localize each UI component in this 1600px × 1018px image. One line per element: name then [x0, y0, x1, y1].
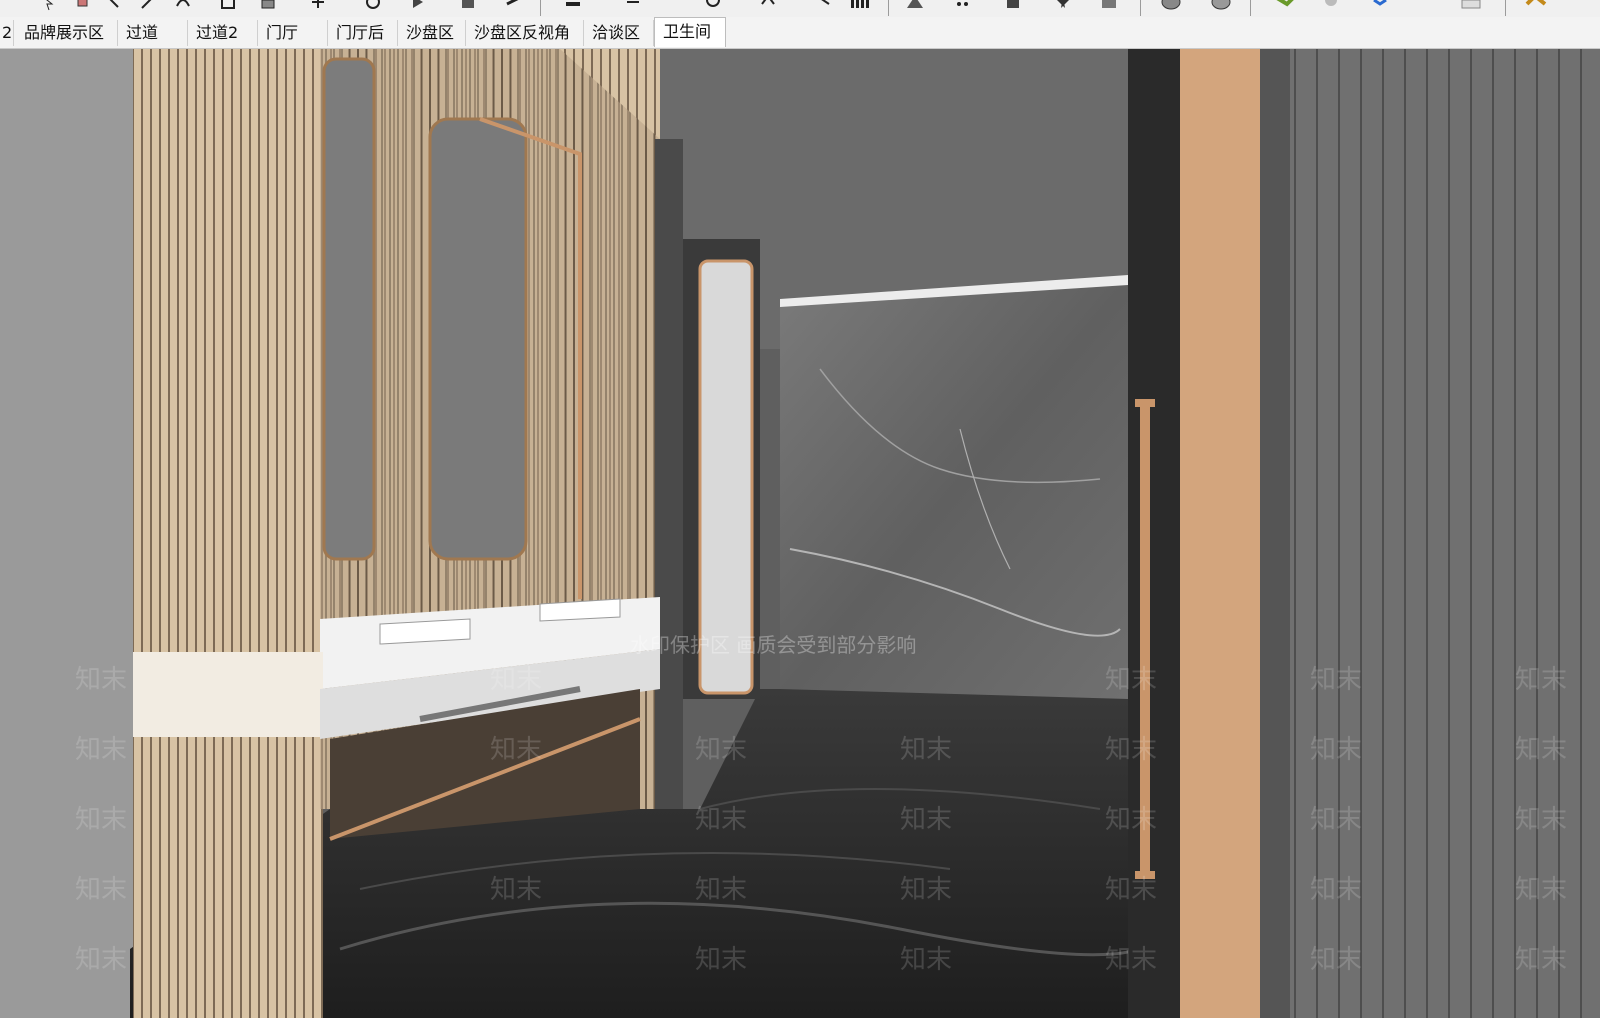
tab-negotiation[interactable]: 洽谈区 [584, 20, 654, 46]
line-icon[interactable] [140, 0, 156, 12]
sync-icon[interactable] [1370, 0, 1387, 12]
paint-icon[interactable] [105, 0, 121, 12]
walk-icon[interactable] [955, 0, 971, 12]
tape-icon[interactable] [505, 0, 521, 12]
tab-lobby-rear[interactable]: 门厅后 [328, 20, 398, 46]
tab-restroom[interactable]: 卫生间 [654, 17, 726, 47]
push-pull-icon[interactable] [260, 0, 276, 12]
tab-brand-display[interactable]: 品牌展示区 [16, 20, 118, 46]
tab-scene-2[interactable]: 2 [0, 20, 14, 46]
toolbar [0, 0, 1600, 18]
styles-icon[interactable] [1160, 0, 1181, 12]
pan-icon[interactable] [760, 0, 776, 12]
select-icon[interactable] [40, 0, 56, 12]
tab-lobby[interactable]: 门厅 [258, 20, 328, 46]
extension-icon[interactable] [1525, 0, 1547, 12]
components-icon[interactable] [1100, 0, 1116, 12]
model-viewport[interactable]: 水印保护区 画质会受到部分影响 知末 知末 知末 知末 知末 知末 知末 知末 … [0, 49, 1600, 1018]
fog-icon[interactable] [1320, 0, 1337, 12]
arc-icon[interactable] [175, 0, 191, 12]
tab-corridor[interactable]: 过道 [118, 20, 188, 46]
offset-icon[interactable] [460, 0, 476, 12]
section-icon[interactable] [905, 0, 923, 12]
camera-icon[interactable] [1055, 0, 1071, 12]
orbit-icon[interactable] [705, 0, 721, 12]
rectangle-icon[interactable] [220, 0, 236, 12]
look-icon[interactable] [1005, 0, 1021, 12]
scene-tabs: 2 品牌展示区 过道 过道2 门厅 门厅后 沙盘区 沙盘区反视角 洽谈区 卫生间 [0, 17, 1600, 49]
rotate-icon[interactable] [365, 0, 381, 12]
dimension-icon[interactable] [625, 0, 641, 12]
scene-render [0, 49, 1600, 1018]
zoom-icon[interactable] [815, 0, 831, 12]
watermark-notice: 水印保护区 画质会受到部分影响 [630, 633, 917, 657]
zoom-extents-icon[interactable] [850, 0, 869, 12]
layers-icon[interactable] [1210, 0, 1231, 12]
scale-icon[interactable] [410, 0, 426, 12]
move-icon[interactable] [310, 0, 326, 12]
protractor-icon[interactable] [565, 0, 581, 12]
tab-corridor-2[interactable]: 过道2 [188, 20, 258, 46]
eraser-icon[interactable] [75, 0, 91, 12]
shadows-icon[interactable] [1275, 0, 1294, 12]
scene-icon[interactable] [1460, 0, 1481, 12]
tab-sand-table-reverse[interactable]: 沙盘区反视角 [466, 20, 584, 46]
tab-sand-table[interactable]: 沙盘区 [398, 20, 466, 46]
